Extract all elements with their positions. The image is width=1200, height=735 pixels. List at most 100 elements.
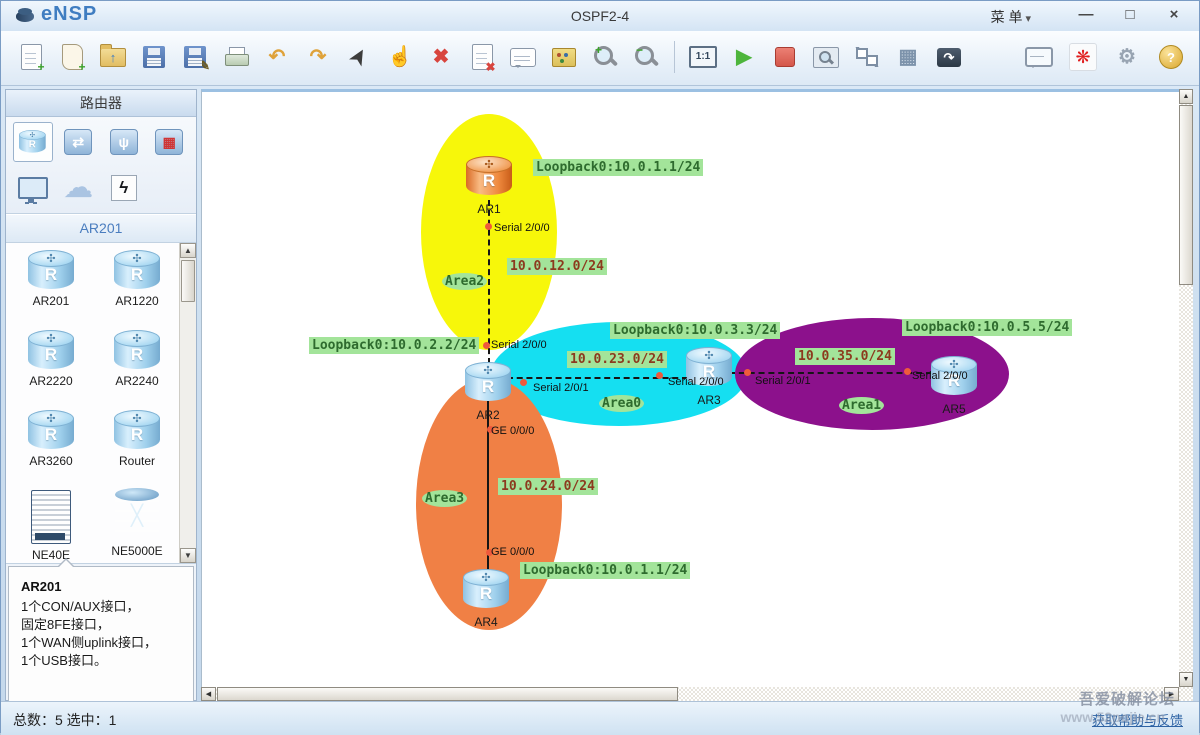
- stop-devices-icon: [775, 47, 795, 67]
- undo-button[interactable]: ↶: [259, 37, 295, 77]
- router-node-ar4[interactable]: ✣R: [463, 569, 509, 614]
- scroll-down-icon[interactable]: ▼: [1179, 672, 1193, 687]
- settings-gear-icon: ⚙: [1114, 44, 1140, 70]
- device-item-ar1220[interactable]: ✣RAR1220: [94, 243, 180, 323]
- device-item-label: AR3260: [29, 454, 72, 468]
- erase-config-icon: ✖: [472, 44, 493, 70]
- stop-devices-button[interactable]: [767, 37, 803, 77]
- router-name-label: AR1: [454, 202, 524, 216]
- interface-dot-icon: [520, 379, 527, 386]
- huawei-logo-button[interactable]: ❋: [1065, 37, 1101, 77]
- device-item-ne40e[interactable]: NE40E: [8, 483, 94, 563]
- actual-size-button[interactable]: 1:1: [685, 37, 721, 77]
- router-node-ar2[interactable]: ✣R: [465, 362, 511, 407]
- zoom-out-icon: −: [633, 44, 659, 70]
- toolbar: ++↑✎↶↷➤☝✖✖+−1:1▶▦↷ ❋⚙?: [1, 31, 1199, 86]
- device-item-ar2240[interactable]: ✣RAR2240: [94, 323, 180, 403]
- select-tool-button[interactable]: ➤: [341, 37, 377, 77]
- category-switch-icon: ⇄: [64, 129, 92, 155]
- device-item-ar3260[interactable]: ✣R AR3260: [8, 403, 94, 483]
- router-r-letter: R: [114, 425, 160, 445]
- router-r-letter: R: [466, 171, 512, 191]
- save-topology-button[interactable]: [136, 37, 172, 77]
- category-terminal[interactable]: [13, 168, 53, 208]
- scrollbar-thumb[interactable]: [181, 260, 195, 302]
- device-item-label: AR1220: [115, 294, 158, 308]
- color-palette-button[interactable]: [546, 37, 582, 77]
- loopback-label: Loopback0:10.0.3.3/24: [610, 322, 780, 339]
- topology-view-button[interactable]: [849, 37, 885, 77]
- save-topology-icon: [143, 46, 165, 68]
- start-devices-icon: ▶: [731, 44, 757, 70]
- close-button[interactable]: ×: [1161, 3, 1187, 25]
- device-list-scrollbar[interactable]: ▲ ▼: [179, 243, 196, 563]
- minimize-button[interactable]: —: [1073, 3, 1099, 25]
- device-item-router[interactable]: ✣RRouter: [94, 403, 180, 483]
- menu-button[interactable]: 菜 单▾: [983, 5, 1039, 29]
- scroll-left-icon[interactable]: ◀: [201, 687, 216, 701]
- scroll-up-icon[interactable]: ▲: [180, 243, 196, 258]
- router-cylinder-icon: ✣R: [28, 410, 74, 450]
- canvas-vertical-scrollbar[interactable]: ▲ ▼: [1179, 89, 1193, 687]
- delete-icon: ✖: [428, 44, 454, 70]
- category-firewall[interactable]: ▦: [149, 122, 189, 162]
- topology-link[interactable]: [729, 372, 932, 374]
- sidebar-category-title: 路由器: [6, 90, 196, 117]
- description-line: 1个CON/AUX接口，: [9, 598, 193, 616]
- settings-gear-button[interactable]: ⚙: [1109, 37, 1145, 77]
- maximize-button[interactable]: □: [1117, 3, 1143, 25]
- packet-capture-button[interactable]: [808, 37, 844, 77]
- delete-button[interactable]: ✖: [423, 37, 459, 77]
- show-grid-button[interactable]: ▦: [890, 37, 926, 77]
- save-as-button[interactable]: ✎: [177, 37, 213, 77]
- scrollbar-thumb[interactable]: [217, 687, 678, 701]
- router-node-ar1[interactable]: ✣R: [466, 156, 512, 201]
- category-connection[interactable]: ϟ: [104, 168, 144, 208]
- zoom-in-button[interactable]: +: [587, 37, 623, 77]
- router-cylinder-icon: ✣R: [114, 410, 160, 450]
- category-cloud[interactable]: ☁: [58, 168, 98, 208]
- title-bar: eNSP OSPF2-4 菜 单▾ — □ ×: [1, 1, 1199, 32]
- erase-config-button[interactable]: ✖: [464, 37, 500, 77]
- interface-dot-icon: [485, 223, 492, 230]
- topology-canvas[interactable]: ✣RAR1✣RAR2✣RAR3✣RAR5✣RAR4Loopback0:10.0.…: [201, 89, 1179, 687]
- device-item-label: AR201: [33, 294, 70, 308]
- select-tool-icon: ➤: [341, 39, 377, 75]
- zoom-out-button[interactable]: −: [628, 37, 664, 77]
- print-button[interactable]: [218, 37, 254, 77]
- category-switch[interactable]: ⇄: [58, 122, 98, 162]
- canvas-horizontal-scrollbar[interactable]: ◀ ▶: [201, 687, 1179, 701]
- new-topology-icon: +: [21, 44, 42, 70]
- device-description-panel: AR201 1个CON/AUX接口，固定8FE接口，1个WAN侧uplink接口…: [8, 566, 194, 706]
- status-count-text: 总数：5 选中：1: [13, 710, 116, 730]
- router-cylinder-icon: ✣R: [466, 156, 512, 196]
- category-wlan[interactable]: ψ: [104, 122, 144, 162]
- scrollbar-thumb[interactable]: [1179, 105, 1193, 285]
- new-topology-button[interactable]: +: [13, 37, 49, 77]
- interface-dot-icon: [483, 342, 490, 349]
- router-r-letter: R: [19, 138, 46, 150]
- device-item-label: AR2240: [115, 374, 158, 388]
- new-test-case-button[interactable]: +: [54, 37, 90, 77]
- pan-tool-button[interactable]: ☝: [382, 37, 418, 77]
- add-note-button[interactable]: [505, 37, 541, 77]
- scroll-up-icon[interactable]: ▲: [1179, 89, 1193, 104]
- feedback-bubble-icon: [1025, 47, 1053, 67]
- device-item-ar2220[interactable]: ✣RAR2220: [8, 323, 94, 403]
- packet-capture-icon: [813, 47, 839, 68]
- snapshot-button[interactable]: ↷: [931, 37, 967, 77]
- redo-button[interactable]: ↷: [300, 37, 336, 77]
- interface-label: Serial 2/0/0: [494, 222, 550, 234]
- device-item-ne5000e[interactable]: ╳NE5000E: [94, 483, 180, 563]
- feedback-bubble-button[interactable]: [1021, 37, 1057, 77]
- open-topology-button[interactable]: ↑: [95, 37, 131, 77]
- add-note-icon: [510, 48, 536, 67]
- start-devices-button[interactable]: ▶: [726, 37, 762, 77]
- sidebar: 路由器 ✣R⇄ψ▦☁ϟ AR201 ✣RAR201✣RAR1220✣RAR222…: [5, 89, 197, 701]
- loopback-label: Loopback0:10.0.5.5/24: [902, 319, 1072, 336]
- help-button[interactable]: ?: [1153, 37, 1189, 77]
- category-router[interactable]: ✣R: [13, 122, 53, 162]
- scroll-down-icon[interactable]: ▼: [180, 548, 196, 563]
- selected-model-title: AR201: [6, 214, 196, 243]
- device-item-ar201[interactable]: ✣RAR201: [8, 243, 94, 323]
